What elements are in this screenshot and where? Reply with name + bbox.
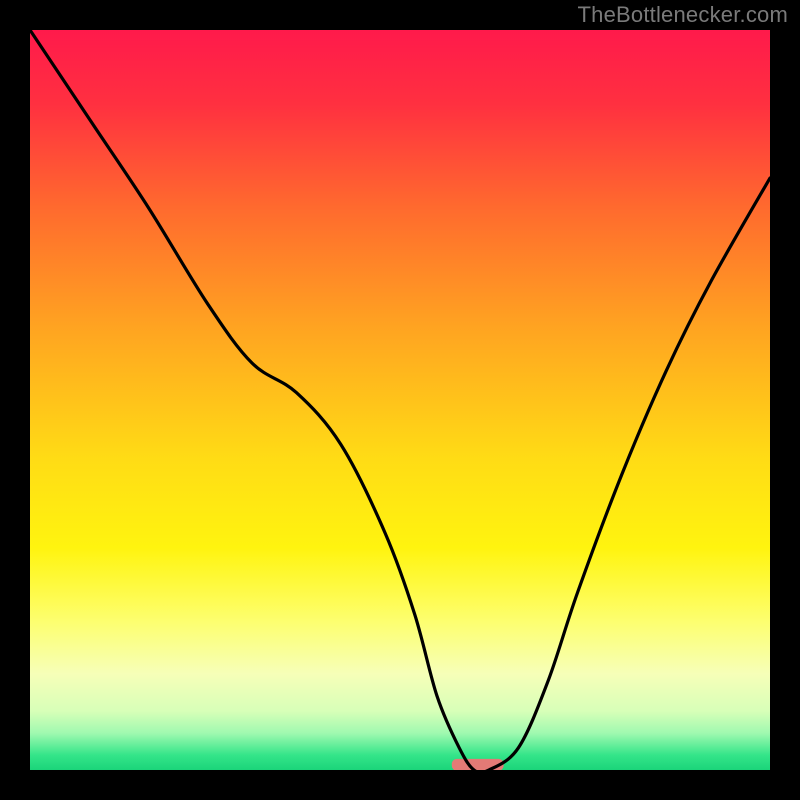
- watermark-text: TheBottlenecker.com: [578, 2, 788, 28]
- plot-area: [30, 30, 770, 770]
- bottleneck-chart: [30, 30, 770, 770]
- chart-frame: TheBottlenecker.com: [0, 0, 800, 800]
- gradient-background: [30, 30, 770, 770]
